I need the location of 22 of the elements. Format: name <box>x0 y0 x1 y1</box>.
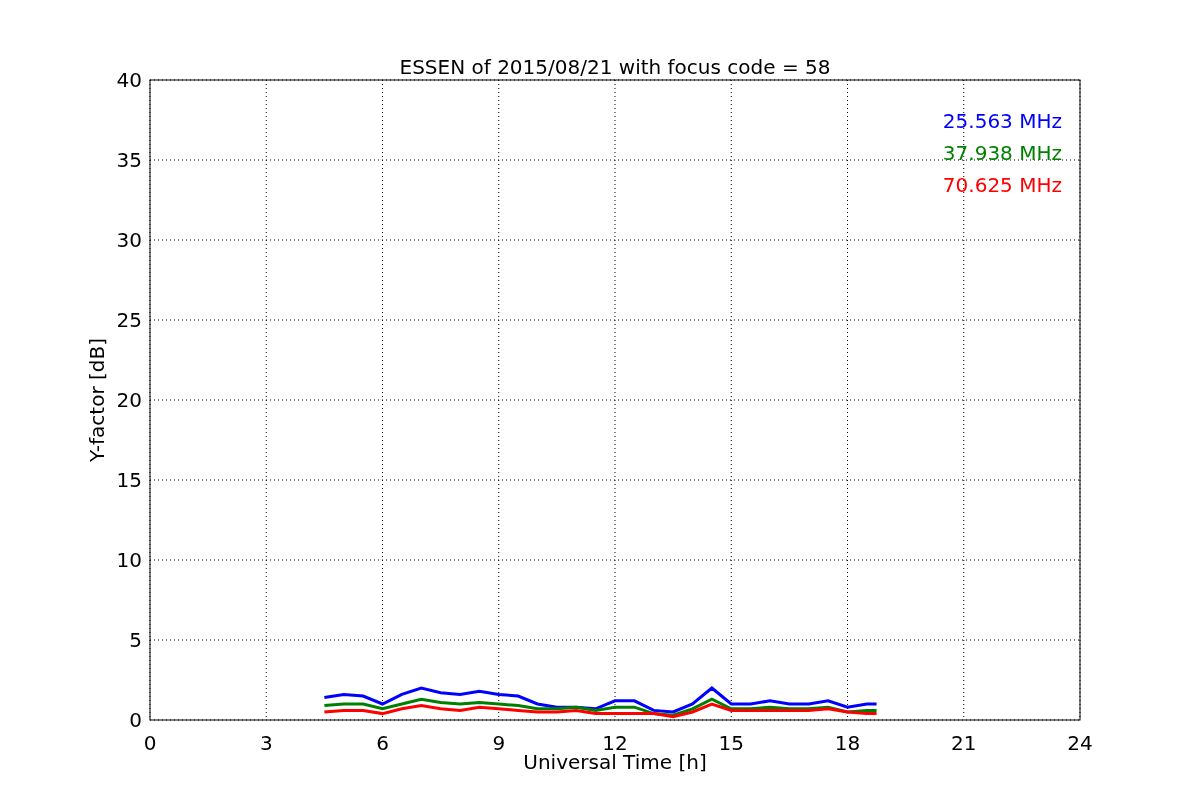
y-tick-label: 40 <box>116 68 142 92</box>
y-tick-label: 0 <box>129 708 142 732</box>
x-tick-label: 24 <box>1067 731 1093 755</box>
x-tick-label: 9 <box>492 731 506 755</box>
y-axis-label: Y-factor [dB] <box>85 338 109 462</box>
x-tick-label: 15 <box>718 731 744 755</box>
legend-label: 70.625 MHz <box>942 173 1062 197</box>
chart-title: ESSEN of 2015/08/21 with focus code = 58 <box>399 55 831 79</box>
x-tick-label: 18 <box>834 731 861 755</box>
y-tick-label: 25 <box>116 308 142 332</box>
x-tick-label: 3 <box>259 731 273 755</box>
legend-label: 37.938 MHz <box>942 141 1062 165</box>
x-tick-label: 6 <box>376 731 389 755</box>
y-tick-label: 30 <box>116 228 142 252</box>
y-tick-label: 10 <box>116 548 142 572</box>
x-tick-label: 0 <box>143 731 157 755</box>
x-tick-label: 21 <box>951 731 977 755</box>
legend-label: 25.563 MHz <box>942 109 1062 133</box>
y-tick-label: 20 <box>116 388 142 412</box>
y-tick-label: 15 <box>116 468 142 492</box>
y-tick-label: 5 <box>129 628 142 652</box>
y-tick-label: 35 <box>116 148 142 172</box>
